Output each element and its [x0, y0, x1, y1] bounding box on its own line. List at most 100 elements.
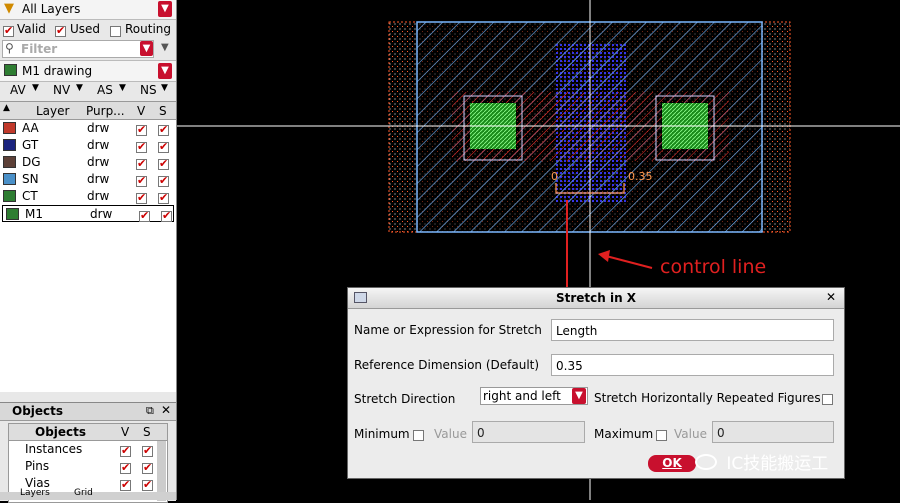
layer-visible-checkbox[interactable] — [136, 140, 147, 154]
layer-visible-checkbox[interactable] — [136, 123, 147, 137]
layer-filter-dropdown[interactable]: ▼ All Layers ▼ — [0, 0, 176, 20]
annotation-arrow — [605, 255, 653, 269]
layer-selectable-checkbox[interactable] — [158, 140, 169, 154]
layer-row[interactable]: SN drw — [0, 171, 176, 188]
chevron-down-icon[interactable]: ▼ — [158, 1, 172, 17]
close-icon[interactable]: ✕ — [161, 403, 171, 417]
minimum-checkbox[interactable] — [413, 428, 424, 442]
chevron-down-icon[interactable]: ▼ — [572, 388, 586, 404]
undock-icon[interactable]: ⧉ — [146, 404, 154, 418]
current-layer-label: M1 drawing — [22, 64, 93, 78]
object-selectable-checkbox[interactable] — [142, 478, 153, 492]
tab-nv[interactable]: NV — [53, 83, 70, 97]
filter-options-icon[interactable]: ▼ — [161, 42, 169, 53]
tab-av[interactable]: AV — [10, 83, 26, 97]
reference-label: Reference Dimension (Default) — [354, 358, 540, 372]
object-visible-checkbox[interactable] — [120, 478, 131, 492]
layer-swatch-icon — [3, 156, 16, 168]
object-visible-checkbox[interactable] — [120, 461, 131, 475]
layer-selectable-checkbox[interactable] — [161, 209, 172, 223]
object-name: Instances — [25, 442, 83, 456]
layer-purpose: drw — [87, 121, 110, 135]
objects-panel-title: Objects — [12, 404, 64, 418]
layer-filter-label: All Layers — [22, 2, 81, 16]
header-purpose[interactable]: Purp... — [86, 104, 125, 118]
layer-selectable-checkbox[interactable] — [158, 174, 169, 188]
ruler-label-left: 0 — [551, 170, 558, 183]
wechat-icon — [695, 453, 717, 470]
header-v[interactable]: V — [137, 104, 145, 118]
filter-placeholder: Filter — [21, 42, 58, 56]
name-input[interactable]: Length — [551, 319, 834, 341]
layer-swatch-icon — [6, 208, 19, 220]
layer-row[interactable]: DG drw — [0, 154, 176, 171]
close-icon[interactable]: ✕ — [826, 290, 836, 304]
filter-menu-icon[interactable]: ▼ — [140, 41, 153, 56]
ok-button[interactable]: OK — [648, 455, 696, 472]
sort-icon[interactable]: ▲ — [3, 103, 10, 113]
visibility-tabs: AV ▼ NV ▼ AS ▼ NS ▼ — [10, 83, 168, 97]
tab-grid[interactable]: Grid — [74, 488, 93, 498]
layer-rows: AA drw GT drw DG drw SN drw CT drw M1 drw — [0, 120, 176, 222]
object-selectable-checkbox[interactable] — [142, 461, 153, 475]
minimum-value-input[interactable]: 0 — [472, 421, 585, 443]
filter-input[interactable]: ⚲ Filter — [2, 40, 154, 58]
repeat-checkbox[interactable] — [822, 392, 833, 406]
used-checkbox[interactable] — [55, 24, 66, 38]
header-layer[interactable]: Layer — [36, 104, 69, 118]
maximum-value-input[interactable]: 0 — [712, 421, 834, 443]
valid-checkbox[interactable] — [3, 24, 14, 38]
layer-purpose: drw — [87, 172, 110, 186]
layer-purpose: drw — [87, 138, 110, 152]
layer-name: GT — [22, 138, 39, 152]
minimum-label: Minimum — [354, 427, 410, 441]
current-layer-dropdown[interactable]: M1 drawing ▼ — [0, 60, 176, 82]
objects-panel: Objects ⧉ ✕ Objects V S InstancesPinsVia… — [0, 402, 176, 503]
tab-layers[interactable]: Layers — [20, 488, 50, 498]
object-visible-checkbox[interactable] — [120, 444, 131, 458]
layer-row[interactable]: CT drw — [0, 188, 176, 205]
direction-value: right and left — [483, 389, 561, 403]
maximum-value-label: Value — [674, 427, 707, 441]
layer-visible-checkbox[interactable] — [139, 209, 150, 223]
layer-swatch-icon — [3, 173, 16, 185]
layer-swatch-icon — [3, 139, 16, 151]
search-icon: ⚲ — [5, 41, 14, 55]
layer-selectable-checkbox[interactable] — [158, 191, 169, 205]
layer-visible-checkbox[interactable] — [136, 174, 147, 188]
header-s[interactable]: S — [159, 104, 167, 118]
direction-label: Stretch Direction — [354, 392, 456, 406]
routing-label: Routing — [125, 22, 172, 36]
object-row[interactable]: Pins — [9, 458, 167, 475]
layer-palette: ▼ All Layers ▼ Valid Used Routing ⚲ Filt… — [0, 0, 177, 503]
direction-select[interactable]: right and left ▼ — [480, 387, 588, 405]
objects-header-name: Objects — [35, 425, 87, 439]
layer-purpose: drw — [87, 189, 110, 203]
layer-name: CT — [22, 189, 38, 203]
reference-input[interactable]: 0.35 — [551, 354, 834, 376]
layer-visible-checkbox[interactable] — [136, 157, 147, 171]
layer-purpose: drw — [87, 155, 110, 169]
minimum-value-label: Value — [434, 427, 467, 441]
layer-visible-checkbox[interactable] — [136, 191, 147, 205]
tab-ns[interactable]: NS — [140, 83, 157, 97]
object-selectable-checkbox[interactable] — [142, 444, 153, 458]
layer-table-header: ▲ Layer Purp... V S — [0, 102, 176, 120]
layer-swatch-icon — [3, 122, 16, 134]
layer-row[interactable]: GT drw — [0, 137, 176, 154]
layer-purpose: drw — [90, 207, 113, 221]
layer-name: DG — [22, 155, 41, 169]
layer-row[interactable]: M1 drw — [2, 205, 174, 222]
layer-selectable-checkbox[interactable] — [158, 157, 169, 171]
dialog-title: Stretch in X — [555, 291, 637, 305]
tab-as[interactable]: AS — [97, 83, 113, 97]
dialog-titlebar[interactable]: Stretch in X ✕ — [348, 288, 844, 309]
layer-visibility-options: Valid Used Routing — [0, 21, 176, 39]
layer-selectable-checkbox[interactable] — [158, 123, 169, 137]
layer-row[interactable]: AA drw — [0, 120, 176, 137]
name-label: Name or Expression for Stretch — [354, 323, 542, 337]
object-row[interactable]: Instances — [9, 441, 167, 458]
maximum-checkbox[interactable] — [656, 428, 667, 442]
chevron-down-icon[interactable]: ▼ — [158, 63, 172, 79]
routing-checkbox[interactable] — [110, 24, 121, 38]
